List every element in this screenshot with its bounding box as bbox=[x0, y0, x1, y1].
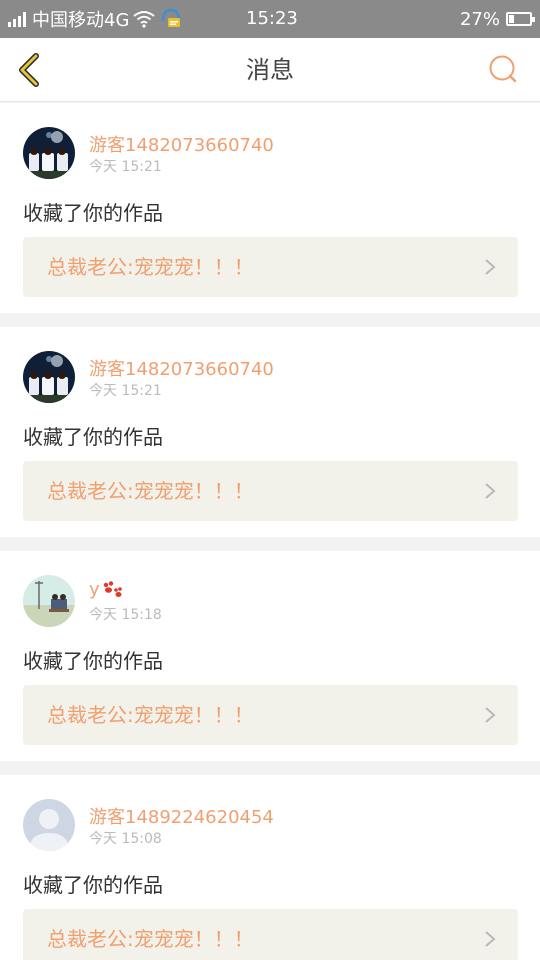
status-right: 27% bbox=[459, 0, 535, 38]
status-bar: 中国移动4G 15:23 27% bbox=[0, 0, 540, 38]
username[interactable]: y bbox=[89, 579, 124, 600]
chevron-right-icon bbox=[485, 259, 496, 275]
battery-fill bbox=[509, 15, 514, 23]
chevron-right-icon bbox=[485, 707, 496, 723]
signal-icon bbox=[8, 11, 26, 27]
status-time: 15:23 bbox=[246, 8, 298, 29]
timestamp: 今天 15:21 bbox=[89, 159, 162, 175]
work-title: 总裁老公:宠宠宠！！！ bbox=[47, 927, 254, 951]
notification-icon bbox=[162, 8, 181, 27]
battery-percent: 27% bbox=[459, 8, 500, 30]
work-title: 总裁老公:宠宠宠！！！ bbox=[47, 703, 254, 727]
work-title: 总裁老公:宠宠宠！！！ bbox=[47, 479, 254, 503]
timestamp: 今天 15:08 bbox=[89, 831, 162, 847]
group-photo-avatar[interactable] bbox=[23, 127, 75, 179]
chevron-right-icon bbox=[485, 483, 496, 499]
timestamp: 今天 15:21 bbox=[89, 383, 162, 399]
group-photo-avatar[interactable] bbox=[23, 351, 75, 403]
timestamp: 今天 15:18 bbox=[89, 607, 162, 623]
paw-icon bbox=[103, 580, 122, 597]
message-list: 游客1482073660740 今天 15:21 收藏了你的作品 总裁老公:宠宠… bbox=[0, 103, 540, 960]
page-title: 消息 bbox=[246, 56, 294, 84]
wifi-icon bbox=[133, 11, 156, 28]
action-text: 收藏了你的作品 bbox=[23, 425, 163, 449]
action-text: 收藏了你的作品 bbox=[23, 649, 163, 673]
battery-icon bbox=[506, 12, 535, 26]
username[interactable]: 游客1482073660740 bbox=[89, 355, 274, 381]
work-link[interactable]: 总裁老公:宠宠宠！！！ bbox=[23, 685, 518, 745]
chevron-right-icon bbox=[485, 931, 496, 947]
scenery-avatar[interactable] bbox=[23, 575, 75, 627]
header: 消息 bbox=[0, 38, 540, 102]
action-text: 收藏了你的作品 bbox=[23, 873, 163, 897]
username[interactable]: 游客1489224620454 bbox=[89, 803, 274, 829]
message-card: 游客1489224620454 今天 15:08 收藏了你的作品 总裁老公:宠宠… bbox=[0, 775, 540, 960]
message-card: y 今天 15:18 收藏了你的作品 总裁老公:宠宠宠！！！ bbox=[0, 551, 540, 761]
carrier-label: 中国移动4G bbox=[32, 10, 130, 31]
status-left: 中国移动4G bbox=[8, 0, 183, 38]
work-link[interactable]: 总裁老公:宠宠宠！！！ bbox=[23, 909, 518, 960]
work-title: 总裁老公:宠宠宠！！！ bbox=[47, 255, 254, 279]
search-icon[interactable] bbox=[488, 54, 518, 84]
message-card: 游客1482073660740 今天 15:21 收藏了你的作品 总裁老公:宠宠… bbox=[0, 327, 540, 537]
work-link[interactable]: 总裁老公:宠宠宠！！！ bbox=[23, 461, 518, 521]
default-avatar[interactable] bbox=[23, 799, 75, 851]
message-card: 游客1482073660740 今天 15:21 收藏了你的作品 总裁老公:宠宠… bbox=[0, 103, 540, 313]
action-text: 收藏了你的作品 bbox=[23, 201, 163, 225]
username[interactable]: 游客1482073660740 bbox=[89, 131, 274, 157]
work-link[interactable]: 总裁老公:宠宠宠！！！ bbox=[23, 237, 518, 297]
